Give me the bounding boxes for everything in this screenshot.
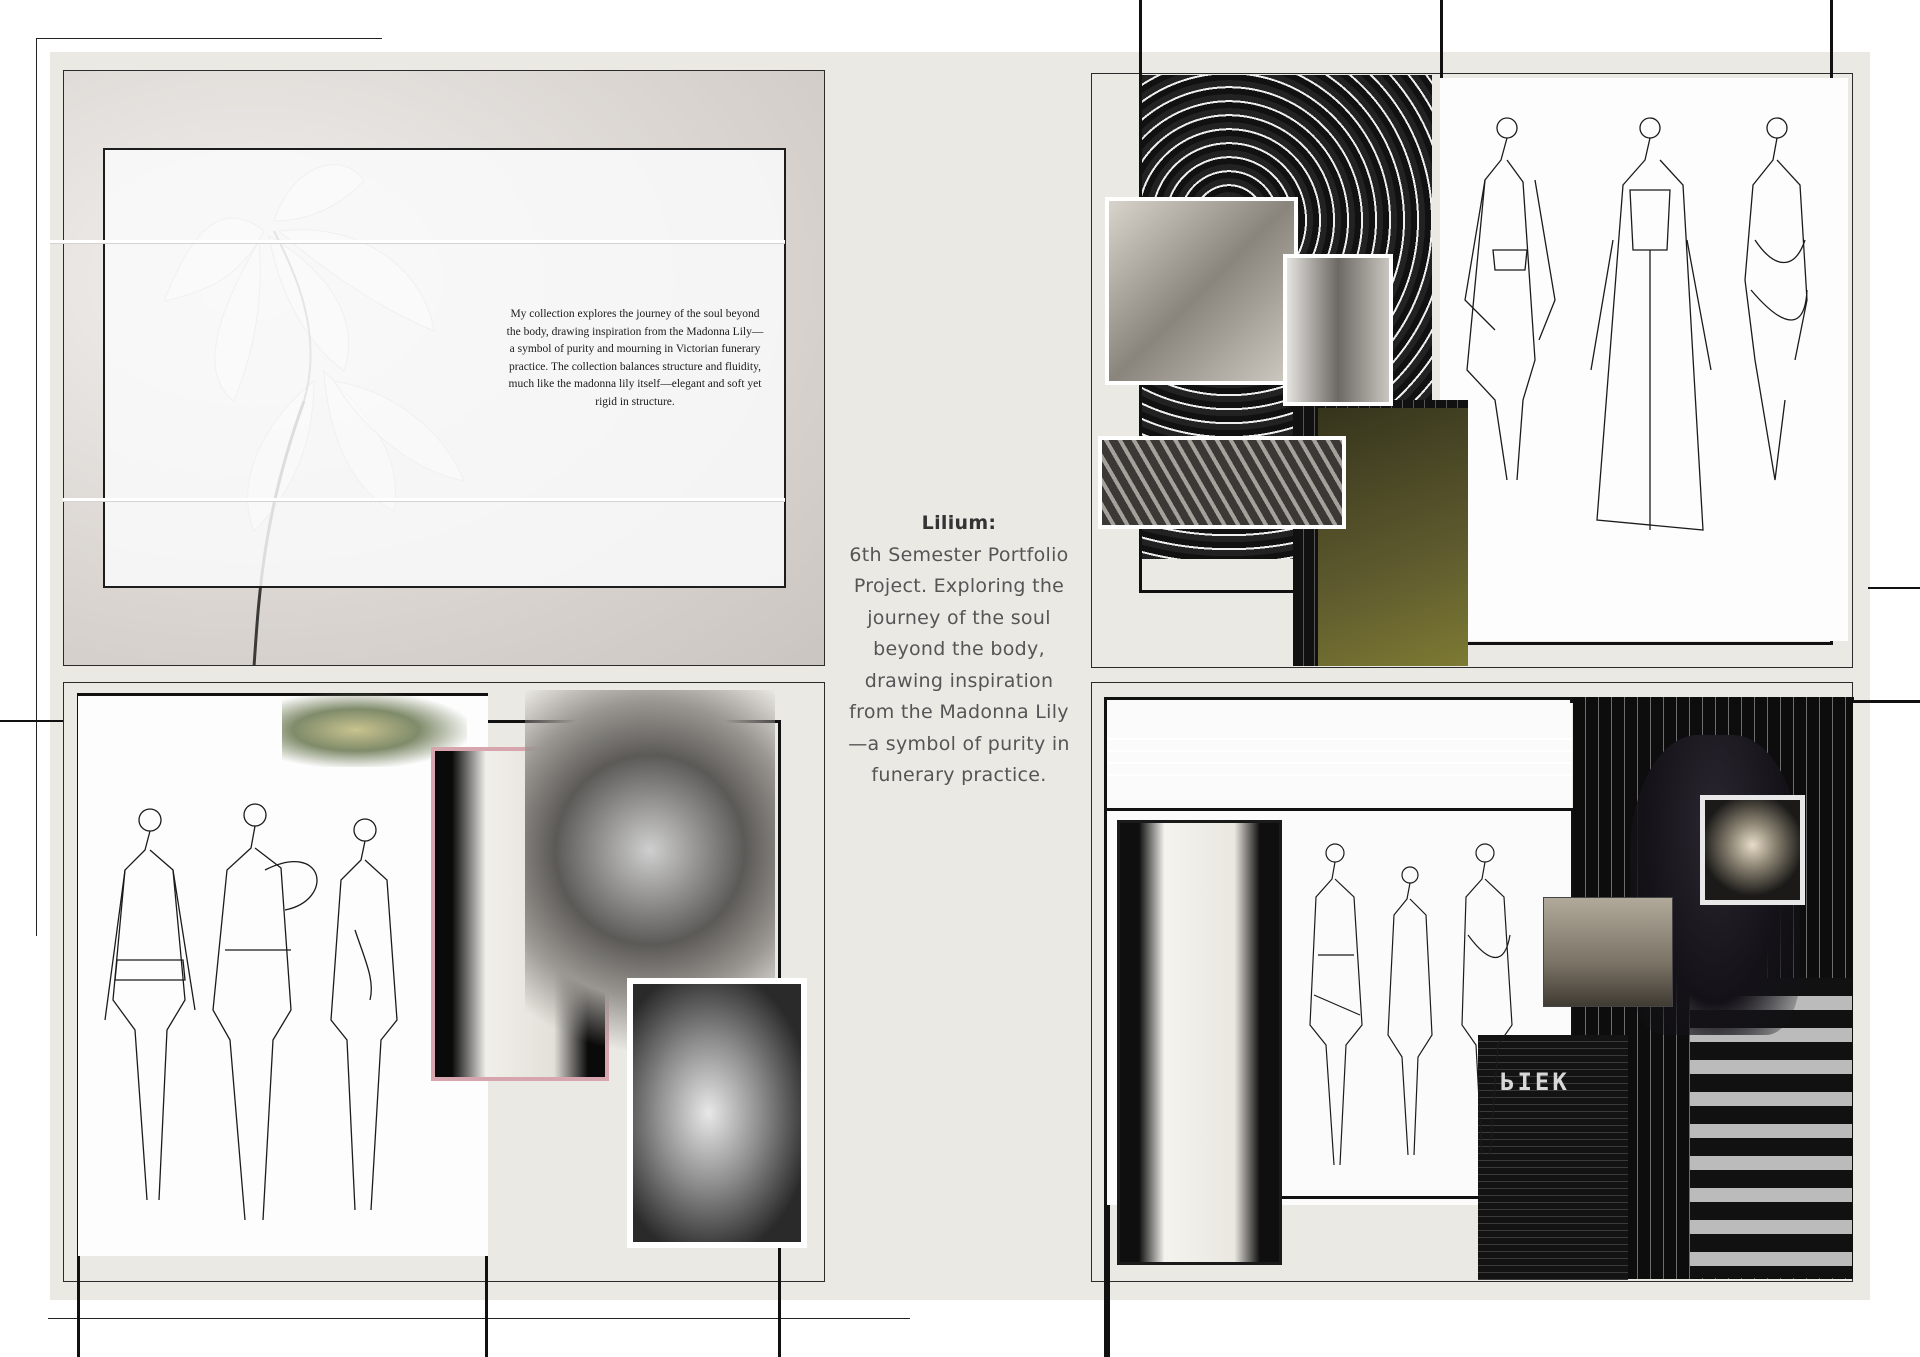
- forest-ruffle-photo: [627, 978, 807, 1248]
- fashion-sketches-top-right: [1464, 117, 1808, 531]
- left-rule: [36, 38, 37, 936]
- intro-paragraph: My collection explores the journey of th…: [506, 308, 764, 408]
- p4-mid-line: [1104, 808, 1574, 811]
- white-dress-photo: [1117, 820, 1282, 1265]
- intro-band-top: [50, 240, 785, 243]
- fashion-sketches-bottom-left: [104, 803, 398, 1221]
- draped-fabric-photo: [1105, 197, 1298, 385]
- fashion-sketches-bottom-right: [1309, 843, 1513, 1166]
- top-left-rule: [36, 38, 382, 39]
- project-title: Lilium:: [921, 512, 997, 534]
- p4-vertical-line-2: [1107, 1195, 1110, 1357]
- corset-lacing-photo: [1098, 436, 1346, 529]
- lily-polaroid: [1700, 795, 1805, 905]
- silhouette-photo: [1283, 254, 1393, 406]
- p2-vertical-line-2: [1440, 0, 1443, 90]
- intro-band-bottom: [63, 498, 785, 501]
- project-description: 6th Semester Portfolio Project. Explorin…: [848, 543, 1070, 787]
- p4-horizontal-stripes: [1107, 728, 1572, 776]
- p2-base-line-2: [1440, 642, 1833, 645]
- project-caption: Lilium: 6th Semester Portfolio Project. …: [848, 508, 1070, 792]
- right-accent-line: [1868, 587, 1920, 589]
- sepia-figure-photo: [1543, 897, 1673, 1007]
